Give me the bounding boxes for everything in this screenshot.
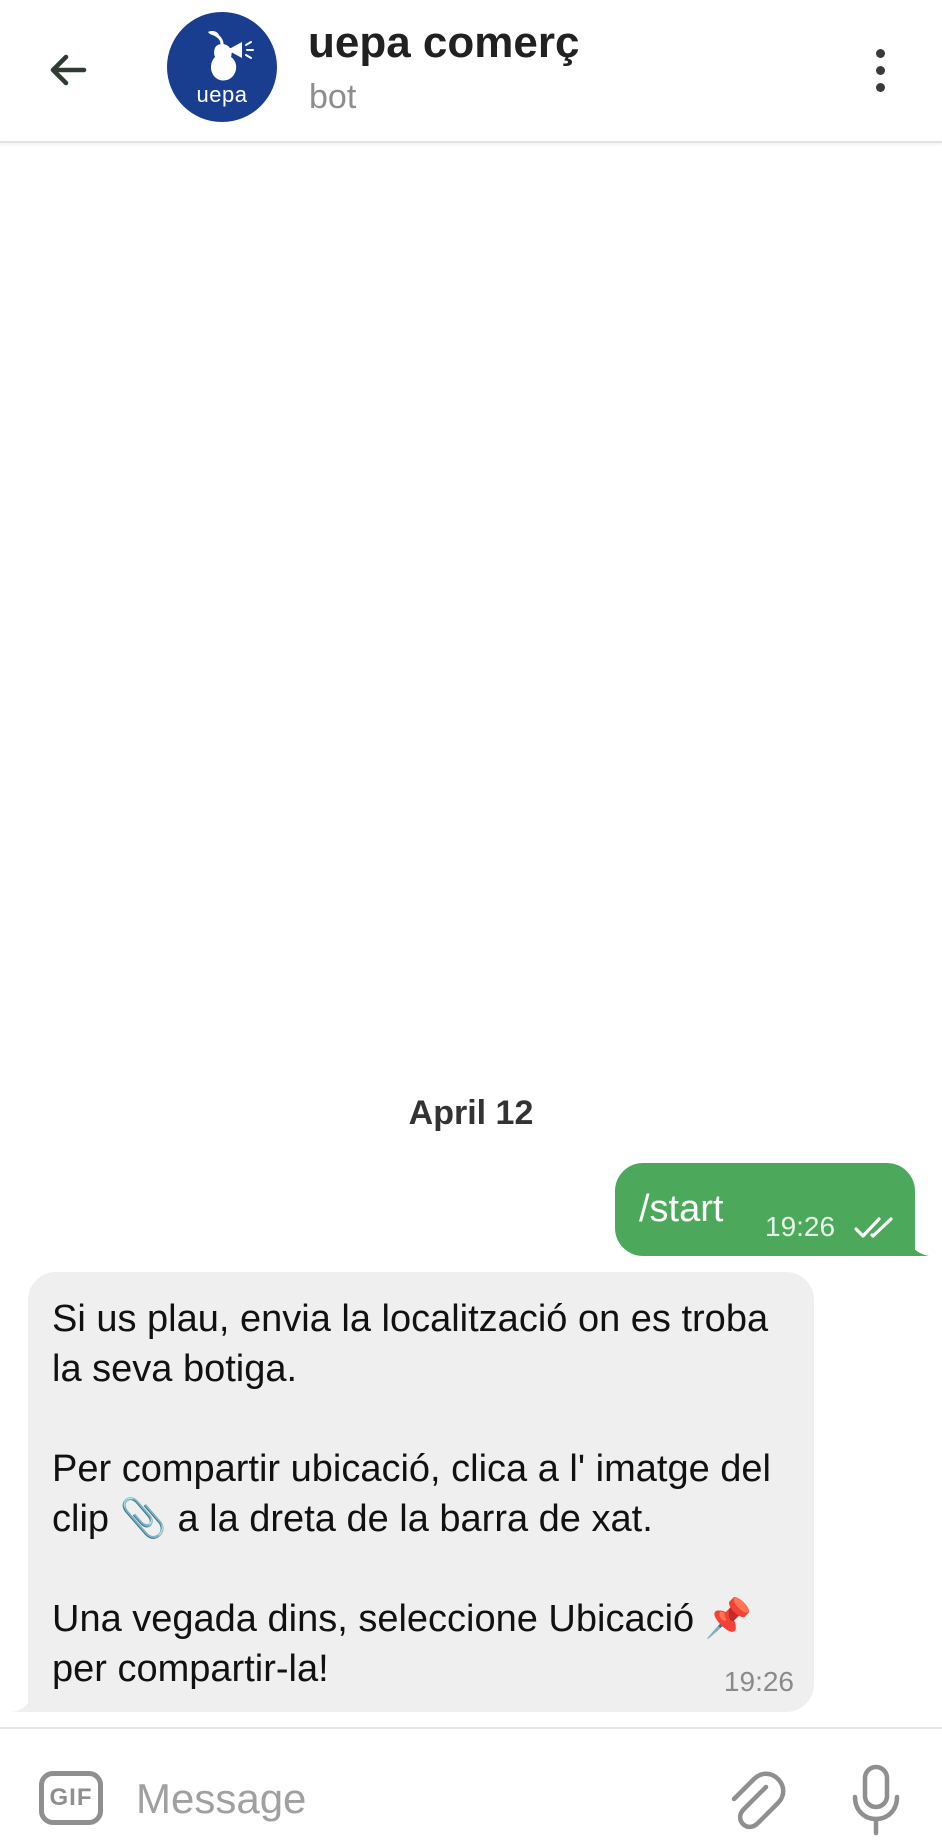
paperclip-icon — [731, 1771, 786, 1830]
chat-screen: uepa uepa comerç bot April 12 /start 19:… — [0, 0, 942, 1848]
chat-subtitle: bot — [309, 78, 357, 116]
more-vertical-icon-dot — [875, 65, 885, 75]
message-time: 19:26 — [723, 1666, 794, 1697]
message-paragraph: Una vegada dins, seleccione Ubicació 📌 p… — [52, 1598, 753, 1690]
date-separator: April 12 — [408, 1094, 534, 1132]
message-text: Si us plau, envia la localització on es … — [52, 1294, 792, 1694]
attach-button[interactable] — [722, 1765, 786, 1835]
bubble-tail — [907, 1234, 929, 1256]
gif-button[interactable]: GIF — [39, 1771, 103, 1825]
message-input[interactable] — [136, 1769, 696, 1829]
outgoing-message[interactable]: /start 19:26 — [615, 1163, 929, 1256]
message-input-bar: GIF — [0, 1727, 942, 1848]
more-options-button[interactable] — [860, 40, 900, 100]
incoming-message[interactable]: Si us plau, envia la localització on es … — [12, 1272, 814, 1712]
message-time: 19:26 — [765, 1211, 836, 1242]
avatar[interactable]: uepa — [167, 12, 277, 122]
bubble-tail — [12, 1690, 34, 1712]
back-button[interactable] — [36, 38, 100, 102]
avatar-label: uepa — [196, 82, 248, 107]
microphone-icon — [852, 1764, 900, 1836]
more-vertical-icon-dot — [875, 82, 885, 92]
arrow-left-icon — [50, 54, 87, 86]
more-vertical-icon-dot — [875, 48, 885, 58]
message-paragraph: Per compartir ubicació, clica a l' imatg… — [52, 1448, 771, 1540]
message-paragraph: Si us plau, envia la localització on es … — [52, 1298, 769, 1390]
microphone-button[interactable] — [848, 1763, 904, 1839]
chat-header: uepa uepa comerç bot — [0, 0, 942, 143]
chat-title[interactable]: uepa comerç — [308, 18, 579, 68]
double-check-icon — [854, 1217, 893, 1238]
message-text: /start — [639, 1188, 724, 1230]
